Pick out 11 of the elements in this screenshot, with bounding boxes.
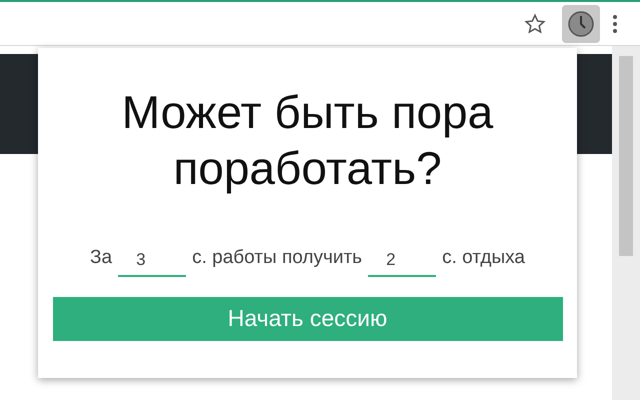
sentence-text: За (90, 246, 112, 270)
sentence-text: с. работы получить (192, 246, 362, 270)
star-icon[interactable] (524, 12, 546, 34)
popup-title: Может быть пора поработать? (120, 85, 494, 196)
menu-icon[interactable] (612, 14, 618, 34)
number-input[interactable]: 2 (368, 247, 436, 276)
number-input[interactable]: 3 (118, 247, 186, 276)
clock-extension-button[interactable] (562, 4, 600, 42)
sentence-text: с. отдыха (442, 246, 525, 270)
clock-icon (567, 10, 595, 38)
scrollbar-thumb[interactable] (619, 56, 633, 256)
